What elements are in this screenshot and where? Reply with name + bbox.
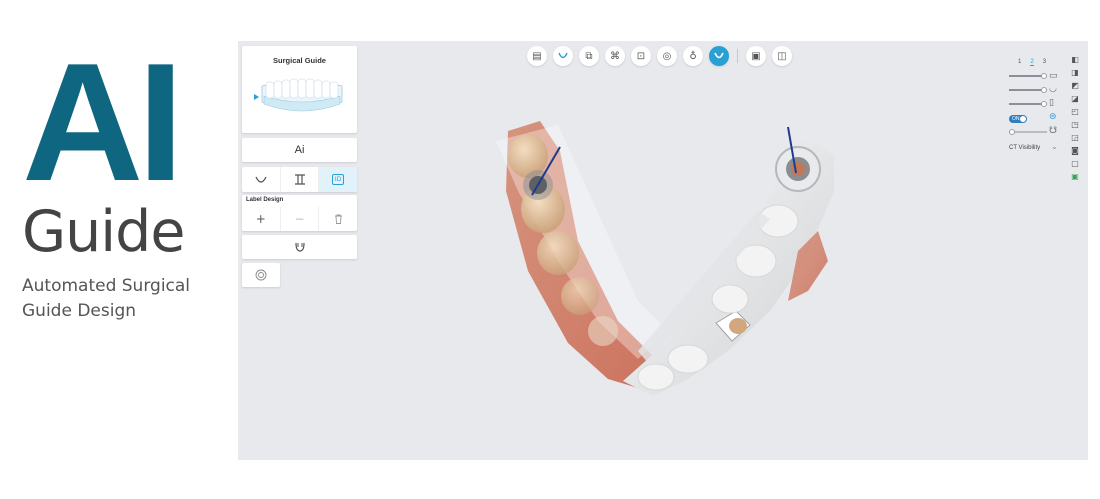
opacity-slider-1[interactable] — [1009, 73, 1047, 79]
ct-slider[interactable] — [1009, 129, 1047, 135]
remove-label-button[interactable]: − — [281, 207, 320, 231]
arch-icon[interactable] — [553, 46, 573, 66]
id-tool-label: ID — [331, 174, 345, 185]
report-icon[interactable]: ▤ — [527, 46, 547, 66]
implant-post-icon[interactable] — [281, 167, 320, 192]
opacity-slider-3[interactable] — [1009, 101, 1047, 107]
view-top-icon[interactable]: ◰ — [1070, 107, 1080, 117]
target-button[interactable] — [242, 263, 280, 287]
scan-icon[interactable]: ⧉ — [579, 46, 599, 66]
surgical-guide-card[interactable]: Surgical Guide — [242, 46, 357, 133]
cylinder-layer-icon: ⊜ — [1049, 112, 1057, 122]
brand-subtitle-line1: Automated Surgical — [22, 276, 191, 296]
guide-thumbnail-icon — [254, 78, 343, 112]
tool-row: ID — [242, 167, 358, 192]
add-label-button[interactable]: + — [242, 207, 281, 231]
view-tabs: 1 2 3 — [1018, 59, 1046, 66]
label-design-title: Label Design — [246, 197, 284, 203]
clipboard-icon[interactable]: ▣ — [746, 46, 766, 66]
ct-visibility-label: CT Visibility — [1009, 145, 1041, 151]
view-bottom-icon[interactable]: ◳ — [1070, 120, 1080, 130]
visibility-toggle[interactable]: ON — [1009, 115, 1027, 123]
view-cube-column: ◧ ◨ ◩ ◪ ◰ ◳ ◲ ◙ ▢ ▣ — [1070, 55, 1080, 182]
view-back-icon[interactable]: ◨ — [1070, 68, 1080, 78]
brand-subtitle-line2: Guide Design — [22, 301, 137, 321]
trash-icon[interactable] — [319, 207, 357, 231]
id-label-icon[interactable]: ID — [319, 167, 358, 192]
tooth-layer-icon: ☋ — [1049, 126, 1057, 136]
guide-layer-icon: ▭ — [1049, 71, 1058, 81]
brand-ai-logo: AI — [22, 28, 184, 216]
view-iso-icon[interactable]: ◲ — [1070, 133, 1080, 143]
save-icon[interactable]: ◫ — [772, 46, 792, 66]
brand-guide-title: Guide — [22, 199, 185, 265]
camera-icon[interactable]: ◙ — [1070, 146, 1080, 156]
ai-design-button[interactable]: Ai — [242, 138, 357, 162]
guide-active-icon[interactable] — [709, 46, 729, 66]
label-design-card: Label Design + − — [242, 195, 357, 231]
toolbar-divider — [737, 49, 738, 63]
target-icon — [242, 263, 280, 287]
chevron-down-icon[interactable]: ⌄ — [1051, 142, 1058, 151]
surgical-guide-title: Surgical Guide — [273, 56, 326, 65]
app-window: Surgical Guide Ai ID Label Design + − ▤ … — [238, 41, 1088, 460]
opacity-slider-2[interactable] — [1009, 87, 1047, 93]
tab-3[interactable]: 3 — [1043, 59, 1046, 66]
brand-subtitle: Automated Surgical Guide Design — [22, 274, 222, 324]
ai-button-label: Ai — [294, 144, 305, 156]
upper-jaw-icon[interactable] — [242, 167, 281, 192]
implant-icon[interactable]: ♁ — [683, 46, 703, 66]
view-right-icon[interactable]: ◪ — [1070, 94, 1080, 104]
tooth-view-icon[interactable]: ◎ — [657, 46, 677, 66]
screen-icon[interactable]: ▢ — [1070, 159, 1080, 169]
view-front-icon[interactable]: ◧ — [1070, 55, 1080, 65]
tab-1[interactable]: 1 — [1018, 59, 1021, 66]
view-left-icon[interactable]: ◩ — [1070, 81, 1080, 91]
arch-layer-icon: ◡ — [1049, 84, 1057, 94]
guide-tool-button[interactable] — [242, 235, 357, 259]
jaw-3d-viewport[interactable] — [488, 111, 848, 431]
implant-layer-icon: ▯ — [1049, 98, 1054, 108]
status-icon[interactable]: ▣ — [1070, 172, 1080, 182]
tab-2[interactable]: 2 — [1030, 59, 1034, 66]
crown-icon[interactable]: ⊡ — [631, 46, 651, 66]
top-toolbar: ▤ ⧉ ⌘ ⊡ ◎ ♁ ▣ ◫ — [527, 45, 798, 67]
brand-block: AI Guide Automated Surgical Guide Design — [22, 28, 227, 324]
guide-icon — [242, 235, 357, 259]
teeth-icon[interactable]: ⌘ — [605, 46, 625, 66]
